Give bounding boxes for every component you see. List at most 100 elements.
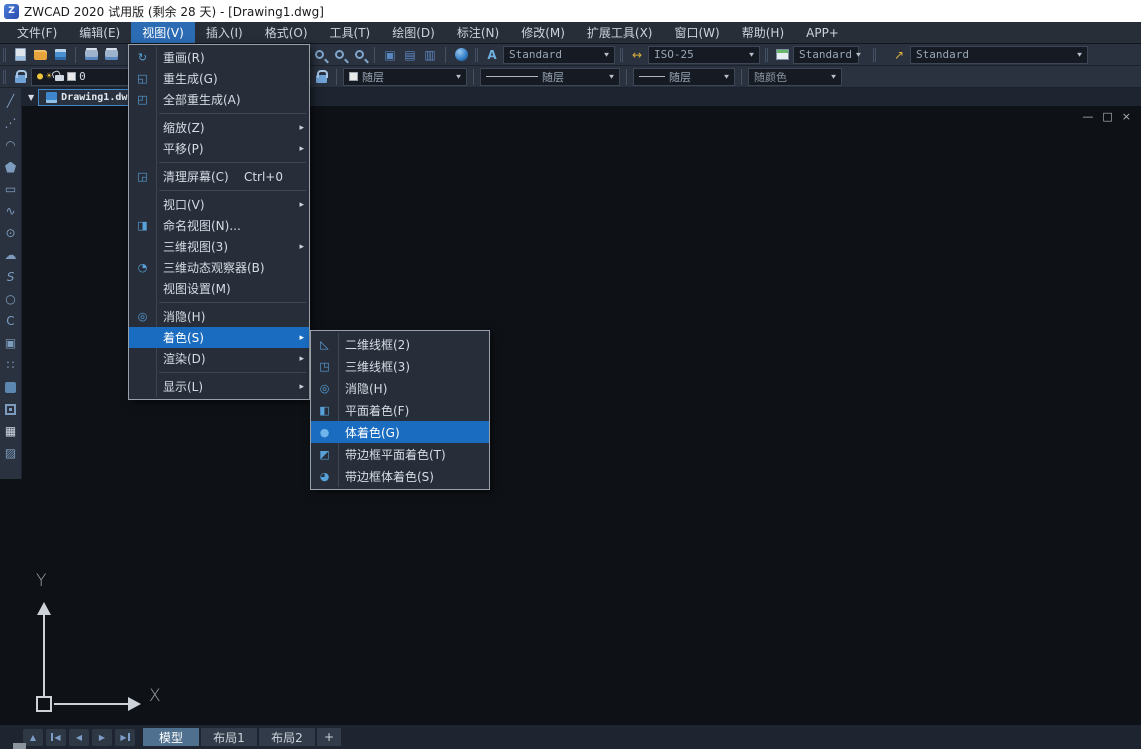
menuitem-named-views[interactable]: ◨ 命名视图(N)... xyxy=(129,215,309,236)
toolbar-grip[interactable] xyxy=(765,48,768,62)
plot-preview-button[interactable] xyxy=(102,46,120,64)
insert-block-button[interactable]: ▣ xyxy=(1,332,21,354)
close-icon[interactable]: × xyxy=(1122,110,1131,123)
xline-button[interactable]: ⋰ xyxy=(1,112,21,134)
menuitem-display[interactable]: 显示(L) ▸ xyxy=(129,376,309,397)
tab-layout2[interactable]: 布局2 xyxy=(259,728,315,746)
layer-states-button[interactable] xyxy=(312,68,330,86)
menu-view[interactable]: 视图(V) xyxy=(131,22,195,43)
polygon-button[interactable] xyxy=(1,156,21,178)
last-tab-button[interactable]: ▶ xyxy=(115,729,135,746)
tab-model[interactable]: 模型 xyxy=(143,728,199,746)
toolbar-grip[interactable] xyxy=(873,48,876,62)
menuitem-view-settings[interactable]: 视图设置(M) xyxy=(129,278,309,299)
toolbar-grip[interactable] xyxy=(620,48,623,62)
linetype-control-combobox[interactable]: 随层 ▼ xyxy=(480,68,620,86)
spline-button[interactable]: S xyxy=(1,266,21,288)
plotstyle-control-combobox[interactable]: 随颜色 ▼ xyxy=(748,68,842,86)
commandline-expand-button[interactable]: ▲ xyxy=(23,729,43,746)
menuitem-clean-screen[interactable]: ◲ 清理屏幕(C) Ctrl+0 xyxy=(129,166,309,187)
circle-button[interactable]: ⊙ xyxy=(1,222,21,244)
dim-style-combobox[interactable]: ISO-25 ▼ xyxy=(648,46,760,64)
layer-combobox[interactable]: ● ☀ 0 xyxy=(31,68,131,86)
menu-insert[interactable]: 插入(I) xyxy=(195,22,254,43)
table-style-button[interactable] xyxy=(773,46,791,64)
color-control-combobox[interactable]: 随层 ▼ xyxy=(343,68,467,86)
table-button[interactable]: ▦ xyxy=(1,420,21,442)
polyline-button[interactable]: ∿ xyxy=(1,200,21,222)
hatch-button[interactable] xyxy=(1,376,21,398)
open-file-button[interactable] xyxy=(31,46,49,64)
ellipse-button[interactable]: ○ xyxy=(1,288,21,310)
menuitem-gouraud-shaded[interactable]: ● 体着色(G) xyxy=(311,421,489,443)
menuitem-regen[interactable]: ◱ 重生成(G) xyxy=(129,68,309,89)
document-tab-drawing1[interactable]: Drawing1.dwg xyxy=(38,89,141,106)
menu-edit[interactable]: 编辑(E) xyxy=(68,22,131,43)
prev-tab-button[interactable]: ◀ xyxy=(69,729,89,746)
toolbar-grip[interactable] xyxy=(3,70,6,84)
next-tab-button[interactable]: ▶ xyxy=(92,729,112,746)
menu-window[interactable]: 窗口(W) xyxy=(664,22,731,43)
menu-dimension[interactable]: 标注(N) xyxy=(446,22,510,43)
point-button[interactable]: ∷ xyxy=(1,354,21,376)
table-style-combobox[interactable]: Standard ▼ xyxy=(793,46,859,64)
toolbar-grip[interactable] xyxy=(475,48,478,62)
donut-button[interactable] xyxy=(1,398,21,420)
first-tab-button[interactable]: ◀ xyxy=(46,729,66,746)
properties-button[interactable]: ▣ xyxy=(381,46,399,64)
menuitem-render[interactable]: 渲染(D) ▸ xyxy=(129,348,309,369)
render-button[interactable] xyxy=(452,46,470,64)
line-button[interactable]: ╱ xyxy=(1,90,21,112)
zoom-previous-button[interactable] xyxy=(310,46,328,64)
designcenter-button[interactable]: ▤ xyxy=(401,46,419,64)
ellipse-arc-button[interactable]: C xyxy=(1,310,21,332)
menu-app-plus[interactable]: APP+ xyxy=(795,22,850,43)
doc-tab-menu-caret[interactable]: ▼ xyxy=(28,93,34,102)
text-style-button[interactable]: A xyxy=(483,46,501,64)
mleader-style-button[interactable]: ↗ xyxy=(890,46,908,64)
menu-modify[interactable]: 修改(M) xyxy=(510,22,576,43)
menuitem-redraw[interactable]: ↻ 重画(R) xyxy=(129,47,309,68)
lineweight-control-combobox[interactable]: 随层 ▼ xyxy=(633,68,735,86)
tab-layout1[interactable]: 布局1 xyxy=(201,728,257,746)
arc-button[interactable]: ◠ xyxy=(1,134,21,156)
tab-add-layout[interactable]: + xyxy=(317,728,341,746)
plot-button[interactable] xyxy=(82,46,100,64)
menuitem-zoom[interactable]: 缩放(Z) ▸ xyxy=(129,117,309,138)
xline-icon: ⋰ xyxy=(5,117,17,129)
text-style-combobox[interactable]: Standard ▼ xyxy=(503,46,615,64)
new-file-button[interactable] xyxy=(11,46,29,64)
menuitem-regen-all[interactable]: ◰ 全部重生成(A) xyxy=(129,89,309,110)
revcloud-button[interactable]: ☁ xyxy=(1,244,21,266)
menuitem-hide[interactable]: ◎ 消隐(H) xyxy=(129,306,309,327)
save-button[interactable] xyxy=(51,46,69,64)
minimize-icon[interactable]: — xyxy=(1082,110,1093,123)
menu-draw[interactable]: 绘图(D) xyxy=(381,22,446,43)
menu-format[interactable]: 格式(O) xyxy=(254,22,319,43)
image-button[interactable]: ▨ xyxy=(1,442,21,464)
zoom-realtime-button[interactable] xyxy=(350,46,368,64)
menuitem-pan[interactable]: 平移(P) ▸ xyxy=(129,138,309,159)
menuitem-2d-wireframe[interactable]: ◺ 二维线框(2) xyxy=(311,333,489,355)
toolbar-grip[interactable] xyxy=(3,48,6,62)
rectangle-button[interactable]: ▭ xyxy=(1,178,21,200)
menu-express[interactable]: 扩展工具(X) xyxy=(576,22,664,43)
menu-tools[interactable]: 工具(T) xyxy=(319,22,382,43)
dim-style-button[interactable]: ↔ xyxy=(628,46,646,64)
menuitem-3d-views[interactable]: 三维视图(3) ▸ xyxy=(129,236,309,257)
toolpalette-button[interactable]: ▥ xyxy=(421,46,439,64)
menuitem-gouraud-shaded-edges[interactable]: ◕ 带边框体着色(S) xyxy=(311,465,489,487)
menu-help[interactable]: 帮助(H) xyxy=(731,22,795,43)
zoom-window-button[interactable] xyxy=(330,46,348,64)
menuitem-shade[interactable]: 着色(S) ▸ xyxy=(129,327,309,348)
menuitem-submenu-hide[interactable]: ◎ 消隐(H) xyxy=(311,377,489,399)
menuitem-viewports[interactable]: 视口(V) ▸ xyxy=(129,194,309,215)
menu-file[interactable]: 文件(F) xyxy=(6,22,68,43)
menuitem-flat-shaded-edges[interactable]: ◩ 带边框平面着色(T) xyxy=(311,443,489,465)
menuitem-3d-wireframe[interactable]: ◳ 三维线框(3) xyxy=(311,355,489,377)
mleader-style-combobox[interactable]: Standard ▼ xyxy=(910,46,1088,64)
layer-properties-button[interactable] xyxy=(11,68,29,86)
menuitem-flat-shaded[interactable]: ◧ 平面着色(F) xyxy=(311,399,489,421)
menuitem-3d-orbit[interactable]: ◔ 三维动态观察器(B) xyxy=(129,257,309,278)
restore-icon[interactable]: □ xyxy=(1102,110,1112,123)
